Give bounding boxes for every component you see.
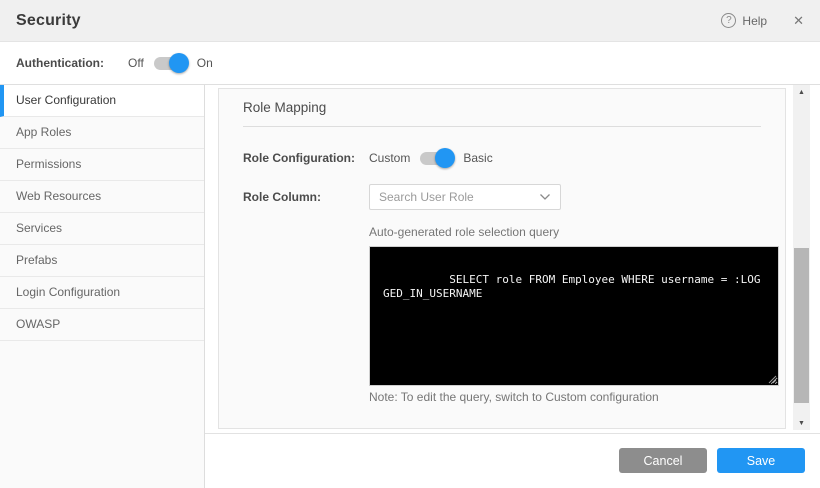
scroll-thumb[interactable]	[794, 248, 809, 403]
custom-label: Custom	[369, 151, 410, 165]
dialog-header: Security ? Help ✕	[0, 0, 820, 42]
query-code: SELECT role FROM Employee WHERE username…	[383, 273, 761, 300]
select-placeholder: Search User Role	[379, 190, 474, 204]
query-caption: Auto-generated role selection query	[369, 225, 761, 239]
authentication-toggle[interactable]	[154, 57, 187, 70]
authentication-bar: Authentication: Off On	[0, 42, 820, 85]
query-block: Auto-generated role selection query SELE…	[369, 225, 761, 404]
sidebar-item-user-configuration[interactable]: User Configuration	[0, 85, 204, 117]
sidebar-item-owasp[interactable]: OWASP	[0, 309, 204, 341]
sidebar-item-label: Prefabs	[16, 253, 57, 267]
sidebar-item-app-roles[interactable]: App Roles	[0, 117, 204, 149]
dialog-footer: Cancel Save	[205, 433, 820, 488]
query-textarea[interactable]: SELECT role FROM Employee WHERE username…	[369, 246, 779, 386]
main-panel: Role Mapping Role Configuration: Custom …	[205, 85, 820, 488]
scroll-down-icon[interactable]: ▼	[793, 416, 810, 430]
help-label: Help	[742, 14, 767, 28]
sidebar: User Configuration App Roles Permissions…	[0, 85, 205, 488]
help-icon: ?	[721, 13, 736, 28]
sidebar-item-label: Web Resources	[16, 189, 101, 203]
toggle-knob-icon	[435, 148, 455, 168]
sidebar-item-label: User Configuration	[16, 93, 116, 107]
role-configuration-label: Role Configuration:	[243, 151, 369, 165]
role-column-row: Role Column: Search User Role	[243, 184, 761, 210]
header-actions: ? Help ✕	[721, 13, 804, 28]
scroll-up-icon[interactable]: ▲	[793, 85, 810, 99]
sidebar-item-prefabs[interactable]: Prefabs	[0, 245, 204, 277]
cancel-button[interactable]: Cancel	[619, 448, 707, 473]
divider	[243, 126, 761, 127]
basic-label: Basic	[463, 151, 492, 165]
sidebar-item-services[interactable]: Services	[0, 213, 204, 245]
scrollbar[interactable]: ▲ ▼	[793, 85, 810, 430]
close-icon[interactable]: ✕	[793, 14, 804, 27]
authentication-label: Authentication:	[16, 56, 104, 70]
toggle-knob-icon	[169, 53, 189, 73]
sidebar-item-label: Services	[16, 221, 62, 235]
role-column-label: Role Column:	[243, 190, 369, 204]
sidebar-item-login-configuration[interactable]: Login Configuration	[0, 277, 204, 309]
help-button[interactable]: ? Help	[721, 13, 767, 28]
chevron-down-icon	[539, 193, 551, 201]
role-configuration-row: Role Configuration: Custom Basic	[243, 146, 761, 170]
role-mapping-title: Role Mapping	[243, 100, 761, 116]
sidebar-item-web-resources[interactable]: Web Resources	[0, 181, 204, 213]
role-mapping-card: Role Mapping Role Configuration: Custom …	[218, 88, 786, 429]
role-configuration-toggle[interactable]	[420, 152, 453, 165]
authentication-on-label: On	[197, 56, 213, 70]
sidebar-item-label: Permissions	[16, 157, 81, 171]
resize-grip-icon[interactable]	[768, 375, 777, 384]
sidebar-item-label: OWASP	[16, 317, 60, 331]
sidebar-item-permissions[interactable]: Permissions	[0, 149, 204, 181]
authentication-off-label: Off	[128, 56, 144, 70]
sidebar-item-label: App Roles	[16, 125, 71, 139]
sidebar-item-label: Login Configuration	[16, 285, 120, 299]
security-dialog: Security ? Help ✕ Authentication: Off On…	[0, 0, 820, 488]
query-note: Note: To edit the query, switch to Custo…	[369, 391, 761, 404]
save-button[interactable]: Save	[717, 448, 805, 473]
page-title: Security	[16, 12, 81, 30]
role-column-select[interactable]: Search User Role	[369, 184, 561, 210]
